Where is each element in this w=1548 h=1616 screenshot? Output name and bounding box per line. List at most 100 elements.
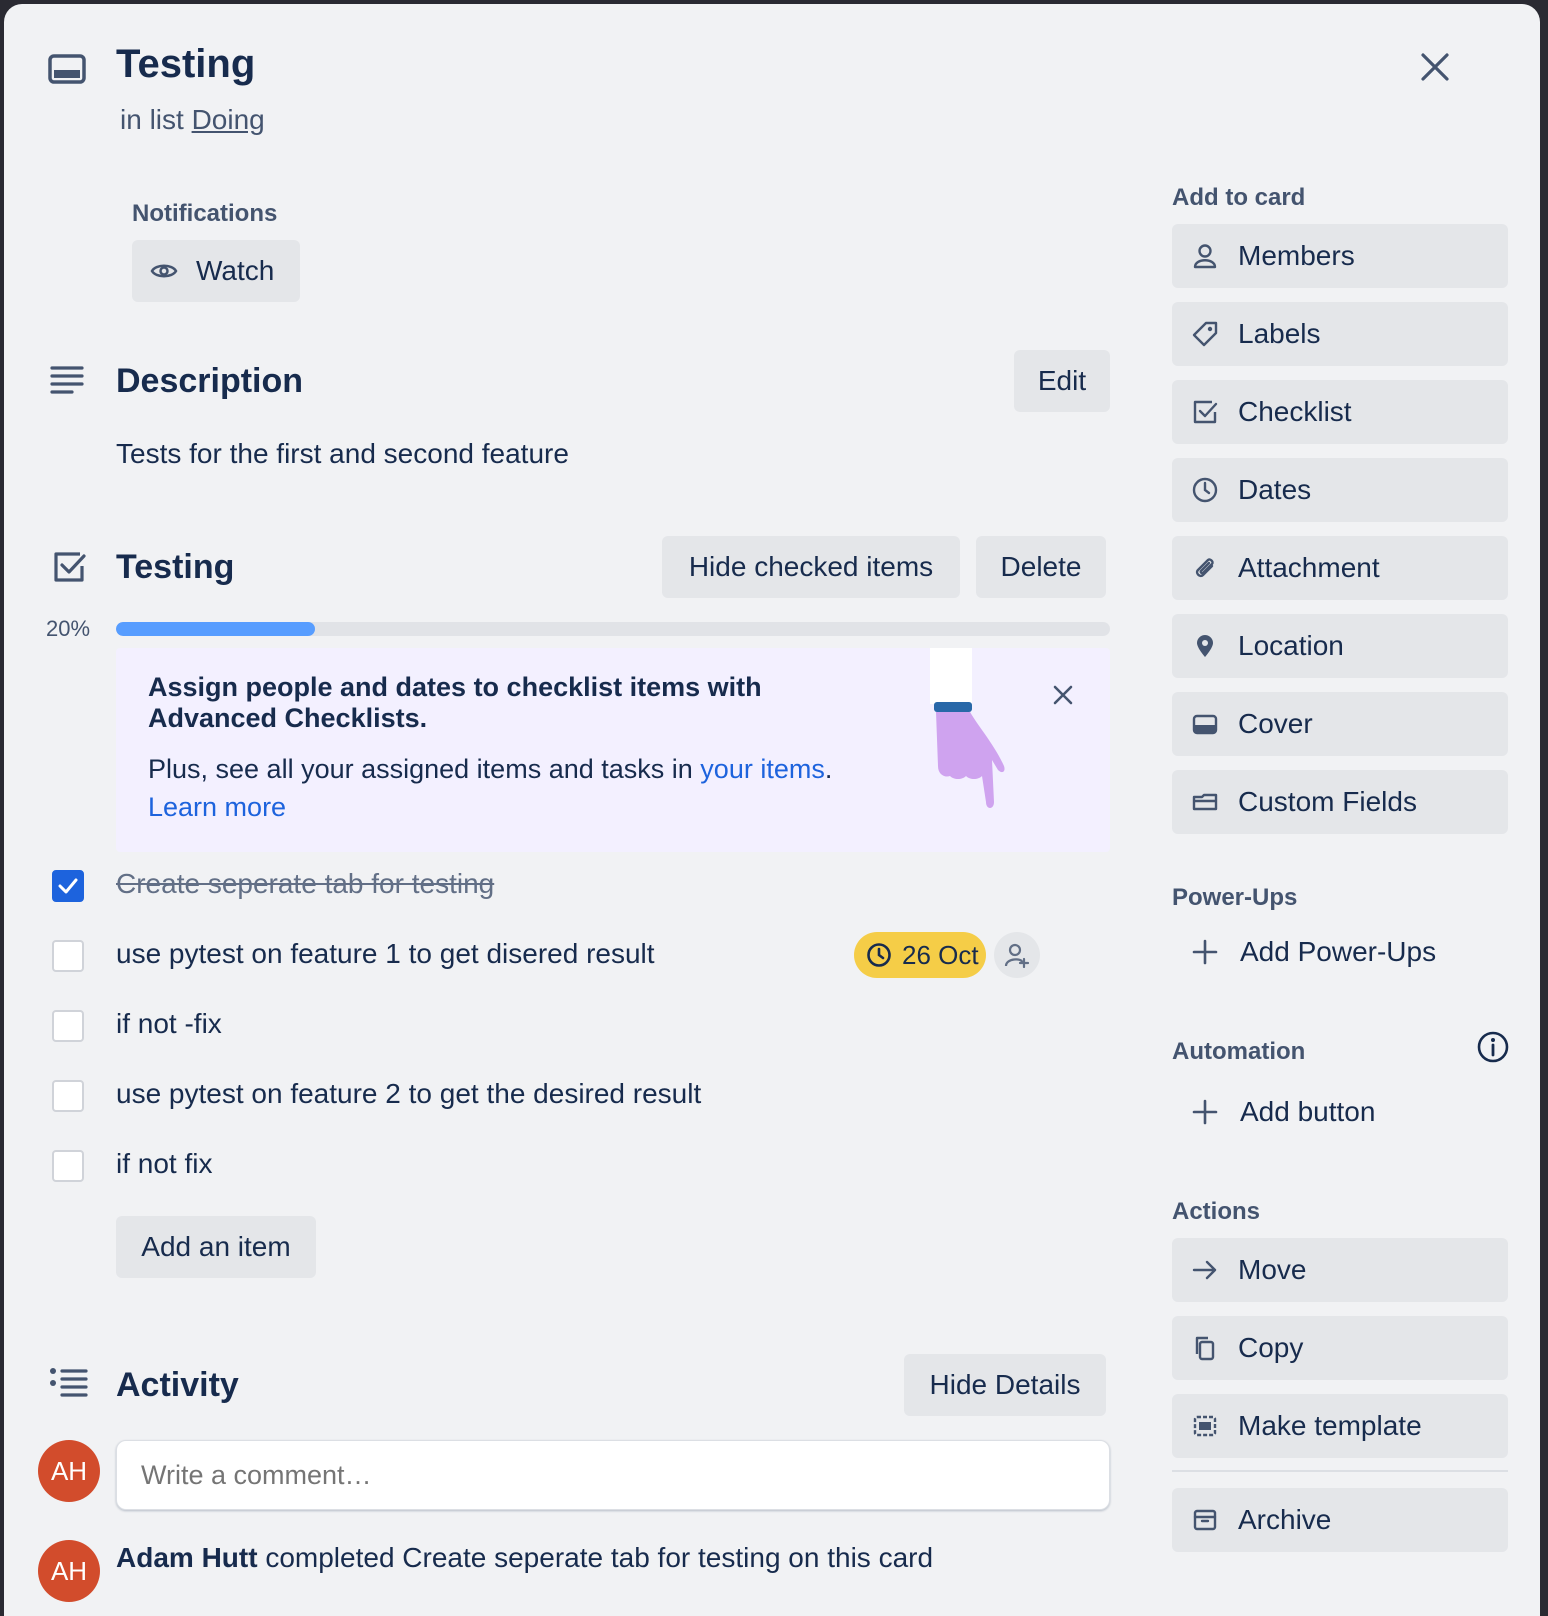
checklist-item-text[interactable]: Create seperate tab for testing bbox=[116, 868, 494, 900]
activity-icon bbox=[48, 1366, 88, 1400]
custom-fields-button[interactable]: Custom Fields bbox=[1172, 770, 1508, 834]
comment-input[interactable] bbox=[116, 1440, 1110, 1510]
paperclip-icon bbox=[1192, 555, 1218, 581]
template-icon bbox=[1192, 1413, 1218, 1439]
archive-button[interactable]: Archive bbox=[1172, 1488, 1508, 1552]
copy-button[interactable]: Copy bbox=[1172, 1316, 1508, 1380]
promo-body: Plus, see all your assigned items and ta… bbox=[148, 754, 832, 785]
move-label: Move bbox=[1238, 1254, 1307, 1285]
checklist-item[interactable] bbox=[52, 1076, 84, 1116]
pointing-hand-illustration bbox=[920, 648, 1020, 816]
edit-description-button[interactable]: Edit bbox=[1014, 350, 1110, 412]
eye-icon bbox=[150, 261, 178, 281]
checklist-icon bbox=[50, 548, 88, 586]
activity-heading: Activity bbox=[116, 1366, 239, 1404]
checklist-progress-text: 20% bbox=[46, 616, 91, 641]
checklist-item[interactable] bbox=[52, 866, 84, 906]
list-prefix: in list bbox=[120, 104, 184, 135]
checkbox[interactable] bbox=[52, 1010, 84, 1042]
cover-button[interactable]: Cover bbox=[1172, 692, 1508, 756]
add-powerups-button[interactable]: Add Power-Ups bbox=[1192, 936, 1436, 968]
attachment-label: Attachment bbox=[1238, 552, 1380, 583]
tag-icon bbox=[1192, 321, 1218, 347]
archive-icon bbox=[1192, 1507, 1218, 1533]
activity-user[interactable]: Adam Hutt bbox=[116, 1542, 258, 1573]
hide-checked-items-button[interactable]: Hide checked items bbox=[662, 536, 960, 598]
add-powerups-label: Add Power-Ups bbox=[1240, 936, 1437, 967]
your-items-link[interactable]: your items bbox=[700, 754, 825, 784]
delete-checklist-button[interactable]: Delete bbox=[976, 536, 1106, 598]
clock-icon bbox=[1192, 477, 1218, 503]
avatar[interactable]: AH bbox=[38, 1540, 100, 1602]
activity-entry-text: completed Create seperate tab for testin… bbox=[265, 1542, 934, 1573]
person-icon bbox=[1192, 243, 1218, 269]
checklist-label: Checklist bbox=[1238, 396, 1352, 427]
due-date-text: 26 Oct bbox=[902, 939, 979, 970]
checkbox[interactable] bbox=[52, 940, 84, 972]
checklist-heading[interactable]: Testing bbox=[116, 548, 234, 587]
cover-label: Cover bbox=[1238, 708, 1313, 739]
powerups-heading: Power-Ups bbox=[1172, 884, 1298, 911]
watch-button[interactable]: Watch bbox=[132, 240, 300, 302]
members-button[interactable]: Members bbox=[1172, 224, 1508, 288]
checklist-item-text[interactable]: if not -fix bbox=[116, 1008, 222, 1040]
checkbox[interactable] bbox=[52, 1150, 84, 1182]
activity-entry: Adam Hutt completed Create seperate tab … bbox=[116, 1542, 933, 1574]
checklist-progress-fill bbox=[116, 622, 315, 636]
clock-icon bbox=[866, 942, 892, 968]
add-button-button[interactable]: Add button bbox=[1192, 1096, 1375, 1128]
checklist-item[interactable] bbox=[52, 1146, 84, 1186]
copy-label: Copy bbox=[1238, 1332, 1304, 1363]
cover-icon bbox=[1192, 711, 1218, 737]
checkbox[interactable] bbox=[52, 1080, 84, 1112]
checklist-item[interactable] bbox=[52, 1006, 84, 1046]
attachment-button[interactable]: Attachment bbox=[1172, 536, 1508, 600]
custom-fields-icon bbox=[1192, 789, 1218, 815]
checklist-item[interactable] bbox=[52, 936, 84, 976]
learn-more-link[interactable]: Learn more bbox=[148, 792, 286, 823]
actions-heading: Actions bbox=[1172, 1198, 1261, 1225]
description-icon bbox=[48, 364, 86, 398]
add-button-label: Add button bbox=[1240, 1096, 1376, 1127]
divider bbox=[1172, 1470, 1508, 1472]
close-icon[interactable] bbox=[1418, 50, 1452, 84]
move-button[interactable]: Move bbox=[1172, 1238, 1508, 1302]
dates-label: Dates bbox=[1238, 474, 1312, 505]
avatar[interactable]: AH bbox=[38, 1440, 100, 1502]
checkbox-checked[interactable] bbox=[52, 870, 84, 902]
notifications-heading: Notifications bbox=[132, 200, 278, 227]
card-title[interactable]: Testing bbox=[116, 42, 255, 87]
labels-button[interactable]: Labels bbox=[1172, 302, 1508, 366]
plus-icon bbox=[1192, 1099, 1218, 1125]
make-template-label: Make template bbox=[1238, 1410, 1422, 1441]
members-label: Members bbox=[1238, 240, 1355, 271]
arrow-right-icon bbox=[1192, 1257, 1218, 1283]
card-detail-modal: Testing in list Doing Notifications Watc… bbox=[4, 4, 1540, 1616]
promo-title: Assign people and dates to checklist ite… bbox=[148, 672, 762, 733]
checklist-button[interactable]: Checklist bbox=[1172, 380, 1508, 444]
checklist-item-text[interactable]: if not fix bbox=[116, 1148, 212, 1180]
add-item-button[interactable]: Add an item bbox=[116, 1216, 316, 1278]
labels-label: Labels bbox=[1238, 318, 1321, 349]
description-text[interactable]: Tests for the first and second feature bbox=[116, 438, 569, 470]
checklist-item-text[interactable]: use pytest on feature 2 to get the desir… bbox=[116, 1078, 701, 1110]
checklist-icon bbox=[1192, 399, 1218, 425]
copy-icon bbox=[1192, 1335, 1218, 1361]
make-template-button[interactable]: Make template bbox=[1172, 1394, 1508, 1458]
checklist-item-text[interactable]: use pytest on feature 1 to get disered r… bbox=[116, 938, 655, 970]
automation-heading: Automation bbox=[1172, 1038, 1306, 1065]
add-to-card-heading: Add to card bbox=[1172, 184, 1306, 211]
checkmark-icon bbox=[58, 878, 78, 894]
description-heading: Description bbox=[116, 362, 304, 400]
due-date-badge[interactable]: 26 Oct bbox=[854, 932, 986, 978]
list-location: in list Doing bbox=[120, 104, 265, 136]
close-promo-icon[interactable] bbox=[1052, 684, 1074, 706]
location-button[interactable]: Location bbox=[1172, 614, 1508, 678]
plus-icon bbox=[1192, 939, 1218, 965]
dates-button[interactable]: Dates bbox=[1172, 458, 1508, 522]
info-icon[interactable] bbox=[1476, 1030, 1510, 1064]
archive-label: Archive bbox=[1238, 1504, 1332, 1535]
list-link[interactable]: Doing bbox=[192, 104, 265, 135]
assign-member-icon[interactable] bbox=[994, 932, 1040, 978]
hide-details-button[interactable]: Hide Details bbox=[904, 1354, 1106, 1416]
